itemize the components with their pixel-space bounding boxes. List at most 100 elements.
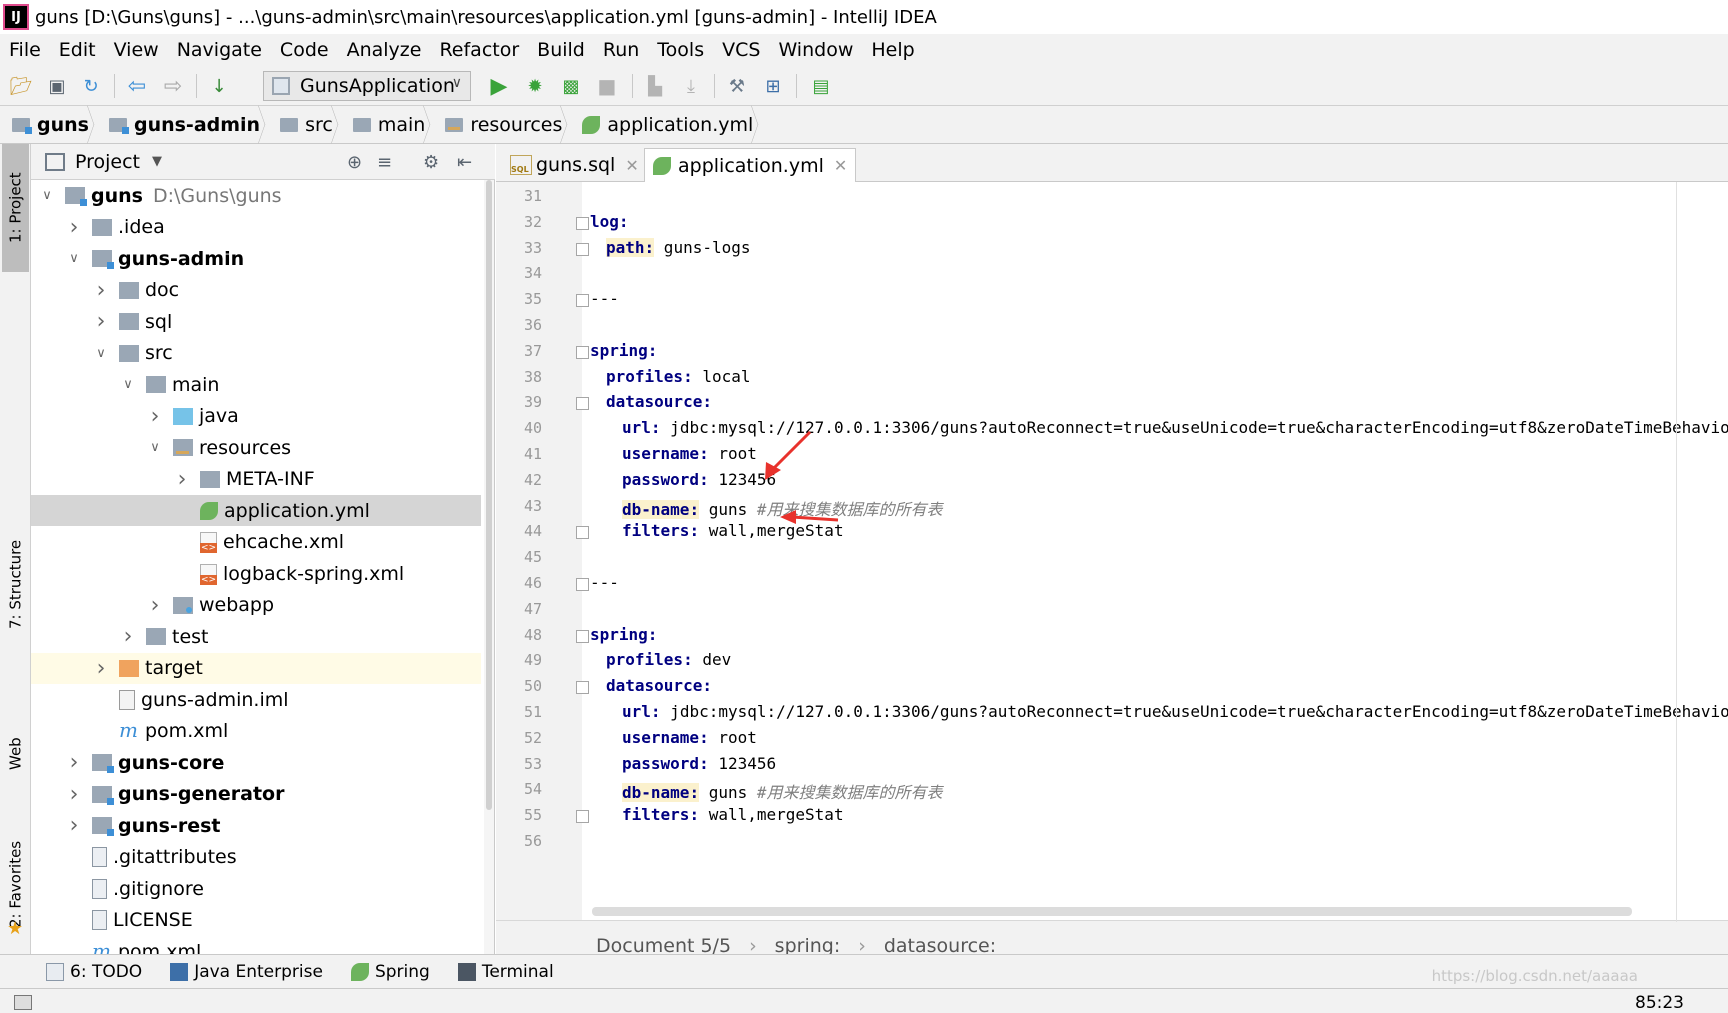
tree-item[interactable]: ›.gitattributes — [31, 842, 481, 873]
chevron-right-icon[interactable]: › — [120, 624, 136, 649]
tree-item[interactable]: ∨ resources — [31, 432, 481, 463]
tree-item[interactable]: ›ehcache.xml — [31, 527, 481, 558]
menu-window[interactable]: Window — [769, 39, 862, 61]
menu-vcs[interactable]: VCS — [713, 39, 769, 61]
chevron-down-icon[interactable]: ∨ — [120, 377, 136, 392]
caret-position[interactable]: 85:23 — [1635, 993, 1684, 1013]
chevron-right-icon[interactable]: › — [66, 750, 82, 775]
chevron-right-icon[interactable]: › — [93, 656, 109, 681]
breadcrumb-application-yml[interactable]: application.yml — [570, 106, 761, 144]
build-icon[interactable]: ↓ — [206, 73, 232, 99]
chevron-right-icon[interactable]: › — [93, 309, 109, 334]
tool-tab-web[interactable]: Web — [2, 724, 29, 784]
tree-item[interactable]: ›.gitignore — [31, 873, 481, 904]
right-margin-guide — [1676, 182, 1677, 922]
chevron-right-icon[interactable]: › — [93, 278, 109, 303]
tool-tab-java-enterprise[interactable]: Java Enterprise — [170, 962, 323, 982]
chevron-right-icon[interactable]: › — [147, 593, 163, 618]
tab-application-yml[interactable]: application.yml ✕ — [644, 148, 857, 182]
back-icon[interactable]: ⇦ — [124, 73, 150, 99]
menu-file[interactable]: File — [0, 39, 50, 61]
tool-tab-spring[interactable]: Spring — [350, 962, 430, 982]
tool-tab-project[interactable]: 1: Project — [2, 144, 29, 272]
tree-item[interactable]: › guns-rest — [31, 810, 481, 841]
tree-item[interactable]: › META-INF — [31, 464, 481, 495]
breadcrumb-main[interactable]: main — [341, 106, 433, 144]
project-structure-icon[interactable]: ⊞ — [760, 73, 786, 99]
menu-view[interactable]: View — [105, 39, 168, 61]
chevron-right-icon[interactable]: › — [174, 467, 190, 492]
settings-icon[interactable]: ⚒ — [724, 73, 750, 99]
menu-run[interactable]: Run — [594, 39, 648, 61]
tool-tab-terminal[interactable]: Terminal — [457, 962, 554, 982]
menu-analyze[interactable]: Analyze — [338, 39, 431, 61]
yaml-key: spring — [590, 624, 648, 644]
save-all-icon[interactable]: ▣ — [44, 73, 70, 99]
chevron-down-icon[interactable]: ∨ — [39, 188, 55, 203]
chevron-down-icon[interactable]: ∨ — [66, 251, 82, 266]
coverage-icon[interactable]: ▩ — [558, 73, 584, 99]
breadcrumb-resources[interactable]: resources — [433, 106, 570, 144]
sync-icon[interactable]: ↻ — [78, 73, 104, 99]
vcs-update-icon[interactable]: ▙ — [642, 73, 668, 99]
tree-item[interactable]: ›guns-admin.iml — [31, 684, 481, 715]
tree-item[interactable]: ∨ src — [31, 338, 481, 369]
tool-tab-todo[interactable]: 6: TODO — [46, 962, 142, 982]
forward-icon[interactable]: ⇨ — [160, 73, 186, 99]
menu-build[interactable]: Build — [528, 39, 594, 61]
tab-guns-sql[interactable]: SQL guns.sql ✕ — [502, 148, 647, 182]
tree-item[interactable]: › webapp — [31, 590, 481, 621]
tree-item[interactable]: › java — [31, 401, 481, 432]
hide-panel-icon[interactable]: ⇤ — [457, 152, 472, 173]
tree-item[interactable]: ›LICENSE — [31, 905, 481, 936]
tree-item[interactable]: ∨ guns D:\Guns\guns — [31, 180, 481, 211]
run-configuration-select[interactable]: GunsApplication ∨ — [263, 71, 471, 101]
project-scrollbar[interactable] — [484, 180, 494, 970]
code-view[interactable]: log: path: guns-logs --- spring: profiles: l… — [582, 182, 1728, 932]
close-icon[interactable]: ✕ — [625, 156, 638, 175]
breadcrumb-guns-admin[interactable]: guns-admin — [97, 106, 268, 144]
chevron-down-icon[interactable]: ∨ — [147, 440, 163, 455]
code-line: datasource: — [606, 392, 712, 411]
breadcrumb-src[interactable]: src — [268, 106, 341, 144]
breadcrumb-guns[interactable]: guns — [0, 106, 97, 144]
menu-refactor[interactable]: Refactor — [430, 39, 528, 61]
menu-help[interactable]: Help — [862, 39, 923, 61]
tree-item[interactable]: › doc — [31, 275, 481, 306]
tree-item[interactable]: › target — [31, 652, 481, 684]
close-icon[interactable]: ✕ — [834, 156, 847, 175]
sdk-icon[interactable]: ▤ — [808, 73, 834, 99]
menu-code[interactable]: Code — [271, 39, 338, 61]
tree-item[interactable]: › .idea — [31, 212, 481, 243]
locate-icon[interactable]: ⊕ — [347, 152, 362, 173]
stop-icon[interactable]: ■ — [594, 73, 620, 99]
menu-tools[interactable]: Tools — [648, 39, 713, 61]
chevron-right-icon[interactable]: › — [147, 404, 163, 429]
vcs-commit-icon[interactable]: ⤓ — [678, 73, 704, 99]
menu-edit[interactable]: Edit — [50, 39, 105, 61]
run-icon[interactable]: ▶ — [486, 73, 512, 99]
chevron-down-icon[interactable]: ▼ — [152, 154, 162, 169]
project-panel-title[interactable]: Project — [75, 151, 140, 173]
tree-item[interactable]: ›mpom.xml — [31, 716, 481, 747]
chevron-right-icon[interactable]: › — [66, 215, 82, 240]
editor-horizontal-scrollbar[interactable] — [592, 907, 1632, 916]
menu-navigate[interactable]: Navigate — [168, 39, 271, 61]
chevron-right-icon[interactable]: › — [66, 813, 82, 838]
gear-icon[interactable]: ⚙ — [423, 152, 439, 173]
tree-item[interactable]: ∨ guns-admin — [31, 243, 481, 274]
tool-tab-structure[interactable]: 7: Structure — [2, 524, 29, 644]
open-folder-icon[interactable]: 📂︎ — [8, 73, 34, 99]
chevron-right-icon[interactable]: › — [66, 782, 82, 807]
collapse-all-icon[interactable]: ≡ — [377, 152, 392, 173]
tree-item[interactable]: › sql — [31, 306, 481, 337]
tree-item[interactable]: ›application.yml — [31, 495, 481, 526]
tree-item[interactable]: ∨ main — [31, 369, 481, 400]
chevron-down-icon[interactable]: ∨ — [93, 346, 109, 361]
debug-icon[interactable]: ✹ — [522, 73, 548, 99]
tree-item[interactable]: › guns-core — [31, 747, 481, 778]
tree-item[interactable]: › guns-generator — [31, 779, 481, 810]
tree-item[interactable]: ›logback-spring.xml — [31, 558, 481, 589]
tool-windows-toggle-icon[interactable] — [14, 995, 32, 1010]
tree-item[interactable]: › test — [31, 621, 481, 652]
